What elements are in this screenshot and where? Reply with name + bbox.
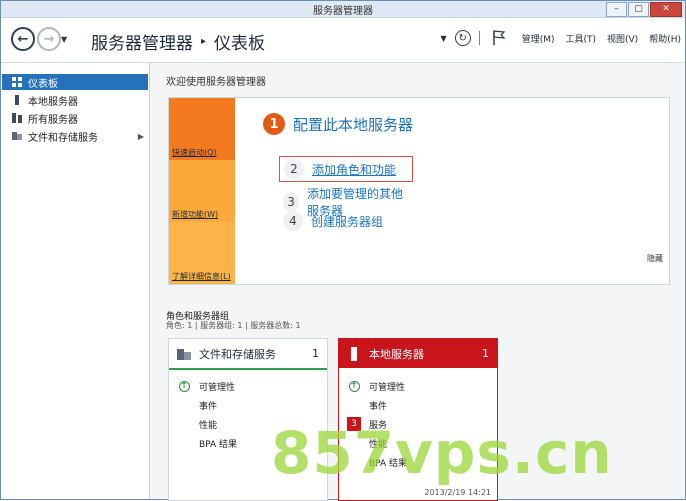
history-dropdown-icon[interactable]: ▼ (61, 35, 67, 44)
welcome-heading: 欢迎使用服务器管理器 (166, 77, 266, 88)
step-number: 2 (284, 159, 304, 179)
quick-start-tiles: 快速启动(Q) 新增功能(W) 了解详细信息(L) (169, 98, 235, 284)
step-label: 配置此本地服务器 (293, 115, 414, 134)
sidebar-item-label: 所有服务器 (28, 114, 78, 126)
tile-label: 快速启动(Q) (172, 148, 217, 157)
card-header[interactable]: 文件和存储服务 1 (169, 339, 327, 370)
card-row-events[interactable]: 事件 (177, 398, 217, 412)
menu-manage[interactable]: 管理(M) (522, 32, 555, 45)
servers-icon (12, 113, 22, 123)
storage-icon (177, 347, 191, 361)
tile-whats-new[interactable]: 新增功能(W) (169, 160, 235, 222)
expand-arrow-icon[interactable]: ▶ (138, 132, 144, 141)
card-title: 本地服务器 (369, 347, 424, 361)
tile-learn-more[interactable]: 了解详细信息(L) (169, 222, 235, 284)
row-label: BPA 结果 (199, 439, 238, 450)
card-row-manageability[interactable]: ↑ 可管理性 (347, 379, 405, 393)
tile-quick-start[interactable]: 快速启动(Q) (169, 98, 235, 160)
refresh-dropdown-icon[interactable]: ▼ (441, 34, 447, 43)
forward-button[interactable]: → (37, 27, 61, 51)
step-label: 创建服务器组 (311, 214, 384, 229)
sidebar-item-all-servers[interactable]: 所有服务器 (2, 110, 148, 126)
dashboard-icon (12, 77, 22, 87)
refresh-icon: ↻ (458, 32, 467, 44)
title-bar: 服务器管理器 – ▢ ✕ (1, 1, 685, 18)
refresh-button[interactable]: ↻ (454, 30, 471, 46)
ok-status-icon: ↑ (347, 379, 361, 393)
maximize-button[interactable]: ▢ (628, 2, 649, 17)
card-count: 1 (312, 347, 319, 360)
breadcrumb-current: 仪表板 (214, 34, 266, 54)
card-count: 1 (482, 347, 489, 360)
server-manager-window: 服务器管理器 – ▢ ✕ ← → ▼ 服务器管理器 ▸ 仪表板 ▼ ↻ 管理(M… (0, 0, 686, 501)
card-row-manageability[interactable]: ↑ 可管理性 (177, 379, 235, 393)
card-row-performance[interactable]: 性能 (177, 417, 217, 431)
sidebar-item-file-storage[interactable]: 文件和存储服务 ▶ (2, 128, 148, 144)
step-number: 1 (263, 113, 285, 135)
row-label: 可管理性 (369, 382, 406, 393)
card-timestamp: 2013/2/19 14:21 (424, 488, 491, 497)
back-button[interactable]: ← (11, 27, 35, 51)
breadcrumb: 服务器管理器 ▸ 仪表板 (91, 29, 265, 54)
breadcrumb-separator-icon: ▸ (201, 36, 207, 47)
close-button[interactable]: ✕ (650, 2, 682, 17)
toolbar-actions: ▼ ↻ 管理(M) 工具(T) 视图(V) 帮助(H) (441, 30, 685, 46)
sidebar-item-label: 本地服务器 (28, 96, 78, 108)
card-row-events[interactable]: 事件 (347, 398, 387, 412)
step-label: 添加角色和功能 (312, 162, 397, 177)
sidebar: 仪表板 本地服务器 所有服务器 文件和存储服务 ▶ (1, 63, 150, 499)
roles-summary: 角色: 1 | 服务器组: 1 | 服务器总数: 1 (166, 321, 301, 330)
storage-icon (12, 131, 22, 141)
sidebar-item-label: 文件和存储服务 (28, 132, 98, 144)
menu-help[interactable]: 帮助(H) (649, 32, 681, 45)
step-number: 4 (283, 211, 303, 231)
step-add-roles-features[interactable]: 2 添加角色和功能 (279, 156, 414, 182)
notifications-flag-icon[interactable] (492, 30, 506, 46)
minimize-button[interactable]: – (606, 2, 627, 17)
row-label: 性能 (199, 420, 218, 431)
sidebar-item-label: 仪表板 (28, 78, 58, 90)
quick-start-steps: 1 配置此本地服务器 2 添加角色和功能 3 添加要管理的其他服务器 4 创建服… (263, 113, 414, 231)
card-header[interactable]: 本地服务器 1 (339, 339, 497, 368)
ok-status-icon: ↑ (177, 379, 191, 393)
window-controls: – ▢ ✕ (606, 2, 682, 17)
step-number: 3 (283, 192, 300, 212)
toolbar: ← → ▼ 服务器管理器 ▸ 仪表板 ▼ ↻ 管理(M) 工具(T) 视图(V)… (1, 18, 685, 63)
step-create-server-group[interactable]: 4 创建服务器组 (283, 211, 383, 231)
menu-tools[interactable]: 工具(T) (565, 32, 596, 45)
sidebar-item-local-server[interactable]: 本地服务器 (2, 92, 148, 108)
tile-label: 新增功能(W) (172, 210, 219, 219)
row-label: 事件 (199, 401, 218, 412)
menu-view[interactable]: 视图(V) (607, 32, 638, 45)
watermark-text: 857vps.cn (271, 419, 613, 487)
sidebar-item-dashboard[interactable]: 仪表板 (2, 74, 148, 90)
tile-label: 了解详细信息(L) (172, 272, 231, 281)
arrow-left-icon: ← (17, 31, 29, 47)
quick-start-panel: 快速启动(Q) 新增功能(W) 了解详细信息(L) 1 配置此本地服务器 2 添… (168, 97, 670, 285)
server-icon (347, 346, 361, 361)
breadcrumb-root[interactable]: 服务器管理器 (91, 29, 193, 54)
hide-link[interactable]: 隐藏 (647, 253, 663, 264)
card-title: 文件和存储服务 (199, 347, 276, 361)
arrow-right-icon: → (43, 31, 55, 47)
toolbar-divider (478, 31, 480, 45)
row-label: 可管理性 (199, 382, 236, 393)
card-row-bpa[interactable]: BPA 结果 (177, 436, 237, 450)
step-configure-local-server[interactable]: 1 配置此本地服务器 (263, 113, 413, 135)
row-label: 事件 (369, 401, 388, 412)
server-icon (12, 95, 22, 105)
window-title: 服务器管理器 (313, 6, 373, 17)
